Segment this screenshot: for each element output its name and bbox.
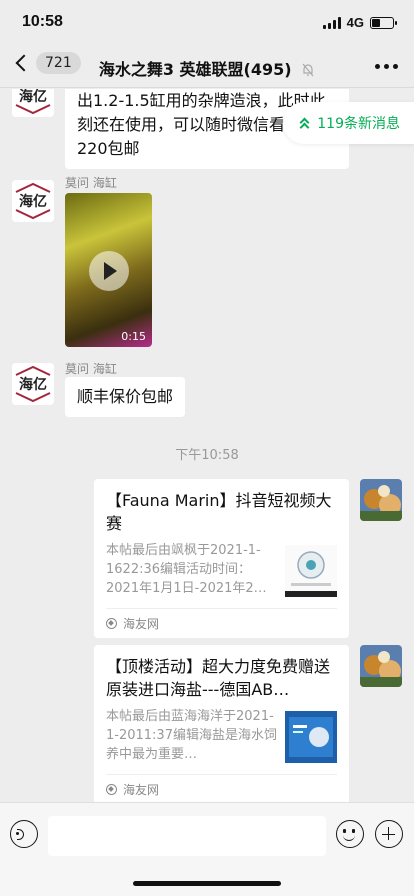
message-input[interactable]	[48, 816, 326, 856]
link-card-desc: 本帖最后由蓝海海洋于2021-1-2011:37编辑海盐是海水饲养中最为重要…	[106, 709, 277, 762]
compass-icon	[106, 784, 117, 795]
avatar[interactable]: 海亿	[12, 89, 54, 117]
video-duration: 0:15	[121, 330, 146, 343]
sender-name: 莫问 海缸	[65, 362, 117, 376]
link-card-title: 【Fauna Marin】抖音短视频大赛	[106, 491, 332, 533]
compass-icon	[106, 618, 117, 629]
double-up-arrow-icon	[299, 116, 311, 133]
voice-input-icon[interactable]	[10, 820, 38, 848]
sender-name: 莫问 海缸	[65, 176, 117, 190]
message-text: 顺丰保价包邮	[77, 387, 174, 406]
video-message[interactable]: 0:15	[65, 193, 152, 347]
signal-icon	[322, 16, 341, 29]
chat-title-wrap: 海水之舞3 英雄联盟(495)	[0, 56, 414, 80]
link-card-title: 【顶楼活动】超大力度免费赠送原装进口海盐---德国AB…	[106, 657, 331, 699]
link-card-thumbnail	[285, 545, 337, 597]
chat-title: 海水之舞3 英雄联盟(495)	[98, 60, 292, 79]
source-name: 海友网	[123, 617, 160, 631]
svg-text:海亿: 海亿	[19, 89, 47, 105]
message-bubble[interactable]: 顺丰保价包邮	[65, 377, 186, 417]
plus-icon[interactable]	[375, 820, 403, 848]
chat-header: 721 海水之舞3 英雄联盟(495)	[0, 44, 414, 88]
battery-icon	[370, 16, 397, 29]
emoji-icon[interactable]	[336, 820, 364, 848]
status-icons: 4G	[322, 15, 397, 30]
time-divider: 下午10:58	[175, 448, 239, 463]
svg-text:海亿: 海亿	[19, 193, 47, 210]
link-card-desc: 本帖最后由飒枫于2021-1-1622:36编辑活动时间：2021年1月1日-2…	[106, 543, 267, 596]
link-card-source: 海友网	[106, 774, 337, 802]
link-card[interactable]: 【顶楼活动】超大力度免费赠送原装进口海盐---德国AB… 本帖最后由蓝海海洋于2…	[94, 645, 349, 802]
new-messages-button[interactable]: 119条新消息	[283, 102, 414, 144]
my-avatar[interactable]	[360, 645, 402, 687]
more-options-button[interactable]	[375, 64, 398, 69]
svg-text:海亿: 海亿	[19, 376, 47, 393]
link-card-source: 海友网	[106, 608, 337, 638]
network-type: 4G	[346, 15, 364, 30]
status-bar: 10:58 4G	[0, 0, 414, 44]
avatar[interactable]: 海亿	[12, 180, 54, 222]
play-icon[interactable]	[89, 251, 129, 291]
message-list[interactable]: 海亿 出1.2-1.5缸用的杂牌造浪，此时此刻还在使用，可以随时微信看视频，22…	[0, 89, 414, 802]
status-time: 10:58	[22, 13, 63, 30]
link-card[interactable]: 【Fauna Marin】抖音短视频大赛 本帖最后由飒枫于2021-1-1622…	[94, 479, 349, 638]
mute-bell-icon	[302, 63, 314, 77]
avatar[interactable]: 海亿	[12, 363, 54, 405]
source-name: 海友网	[123, 783, 160, 797]
my-avatar[interactable]	[360, 479, 402, 521]
new-messages-label: 119条新消息	[317, 116, 400, 132]
link-card-thumbnail	[285, 711, 337, 763]
home-indicator	[133, 881, 281, 886]
